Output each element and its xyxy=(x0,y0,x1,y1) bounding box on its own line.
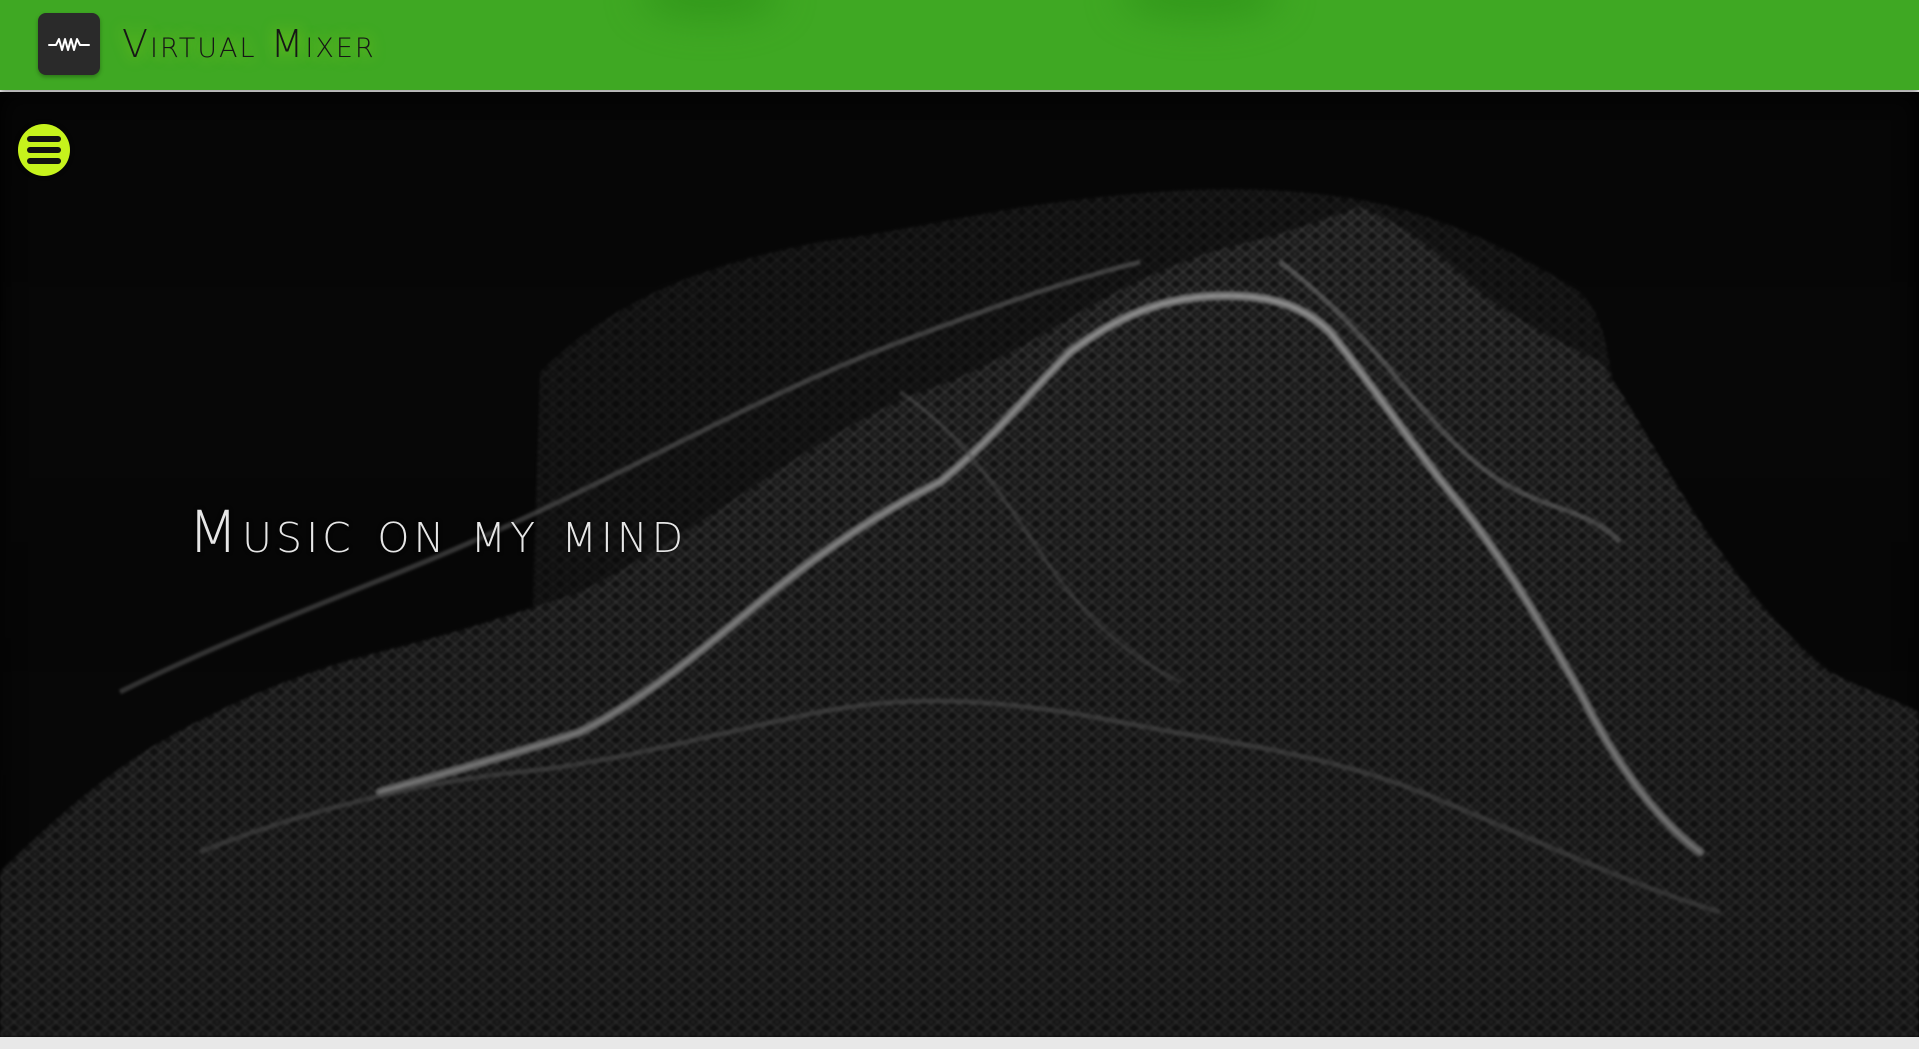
logo[interactable] xyxy=(38,13,100,75)
app-header: Virtual Mixer xyxy=(0,0,1919,90)
stage-bottom-border xyxy=(0,1037,1919,1049)
menu-toggle-button[interactable] xyxy=(18,124,70,176)
header-glow xyxy=(1120,0,1280,20)
waveform-icon xyxy=(48,38,90,51)
hamburger-menu-icon xyxy=(27,147,61,153)
hero-title: Music on my mind xyxy=(188,498,688,566)
hamburger-menu-icon xyxy=(27,158,61,164)
hamburger-menu-icon xyxy=(27,136,61,142)
header-glow xyxy=(640,0,780,20)
brand[interactable]: Virtual Mixer xyxy=(38,13,376,75)
brand-title: Virtual Mixer xyxy=(122,22,376,66)
